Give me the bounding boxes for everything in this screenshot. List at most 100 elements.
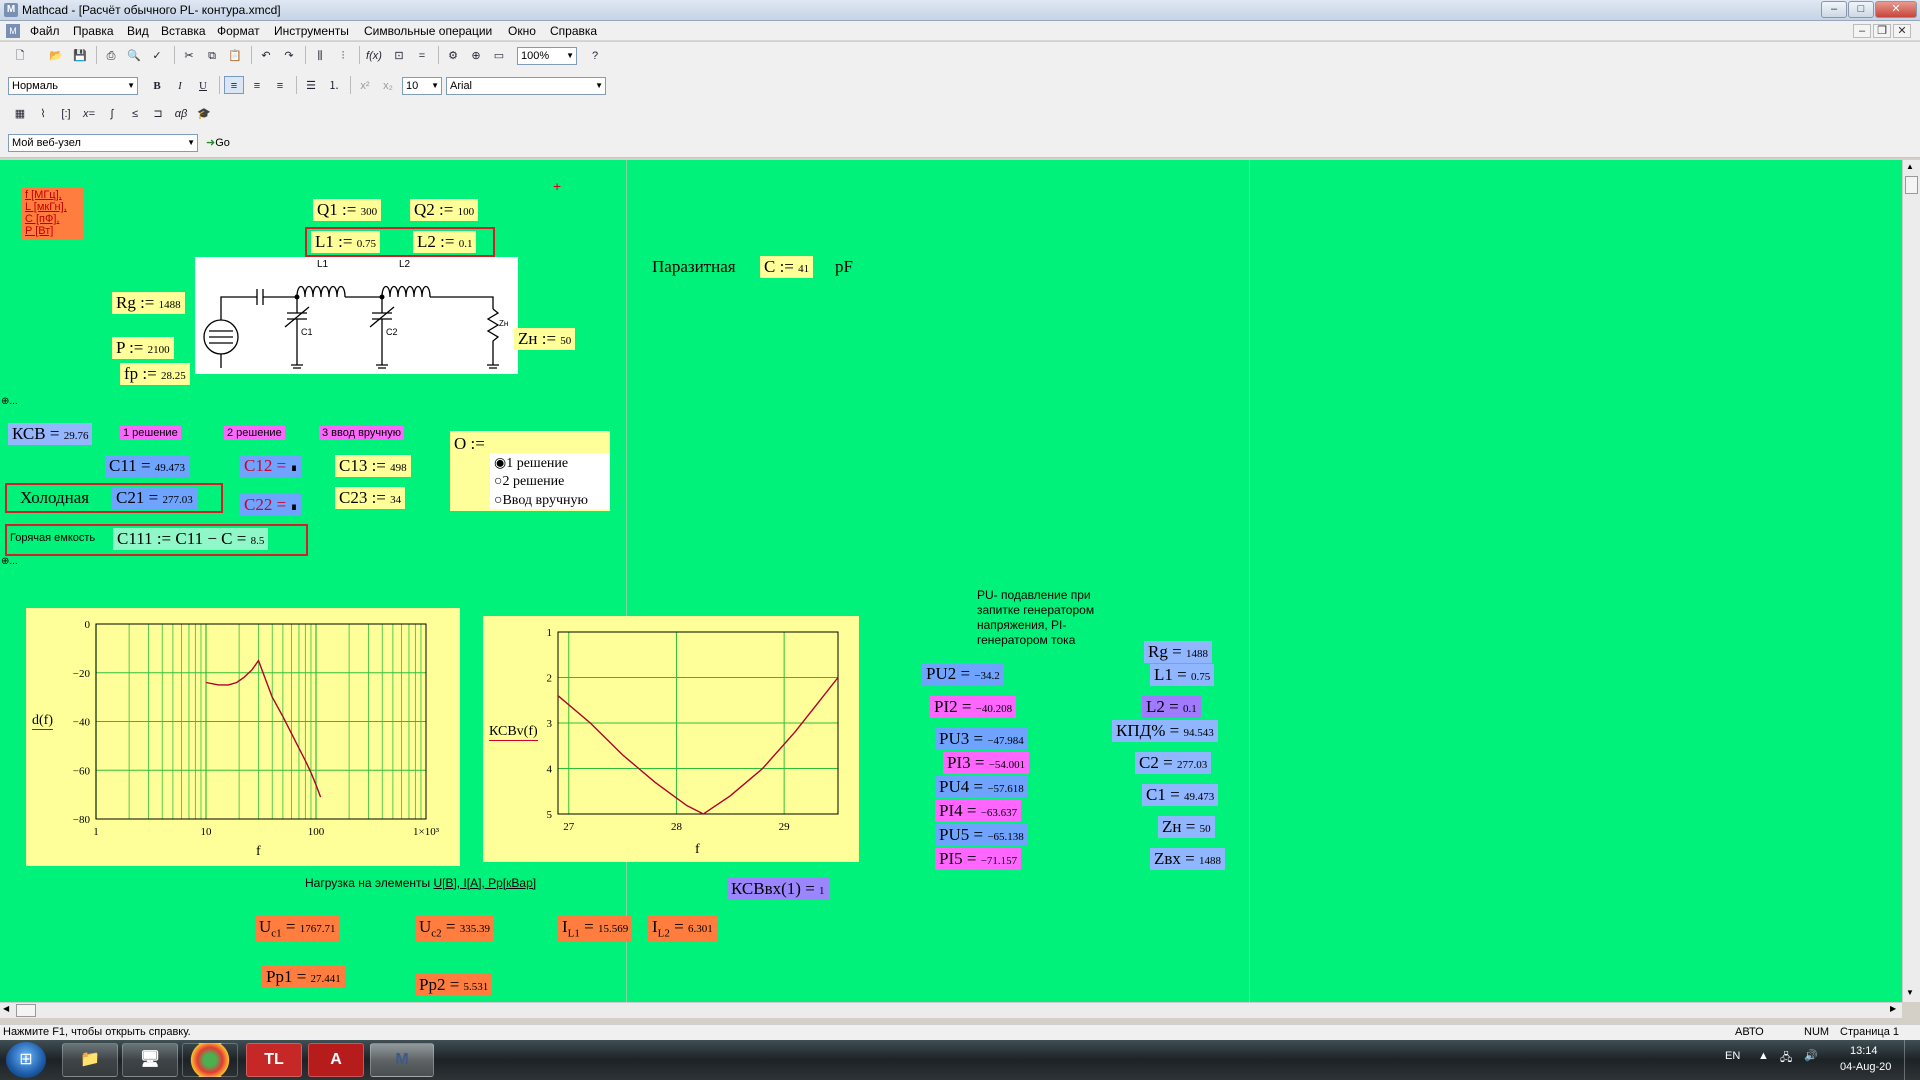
vertical-scroll-thumb[interactable] <box>1905 176 1918 194</box>
programming-toolbar-icon[interactable]: ⊐ <box>148 104 168 122</box>
mathcad-app-icon[interactable]: M <box>4 3 18 17</box>
rg-definition[interactable]: Rg := 1488 <box>112 292 185 314</box>
menu-format[interactable]: Формат <box>217 24 260 38</box>
summary-rg[interactable]: Rg = 1488 <box>1144 641 1212 663</box>
scroll-right-icon[interactable]: ▶ <box>1890 1004 1896 1013</box>
minimize-button[interactable]: – <box>1821 1 1847 18</box>
superscript-icon[interactable]: x² <box>355 76 375 94</box>
evaluation-toolbar-icon[interactable]: x= <box>79 104 99 122</box>
show-desktop-button[interactable] <box>1904 1040 1920 1080</box>
align-across-icon[interactable]: ⫼ <box>310 46 330 64</box>
print-icon[interactable]: ⎙ <box>101 46 121 64</box>
scroll-left-icon[interactable]: ◀ <box>3 1004 9 1013</box>
align-center-icon[interactable]: ≡ <box>247 76 267 94</box>
pi-network-schematic[interactable]: L1 L2 C1 C2 Zн <box>195 257 518 374</box>
cut-icon[interactable]: ✂ <box>179 46 199 64</box>
new-icon[interactable]: 🗋 <box>10 46 30 64</box>
volume-icon[interactable]: 🔊 <box>1804 1049 1818 1062</box>
choice-option-2[interactable]: ○2 решение <box>494 474 564 490</box>
paste-icon[interactable]: 📋 <box>225 46 245 64</box>
network-icon[interactable]: 🖧 <box>1780 1049 1792 1068</box>
vertical-scrollbar[interactable]: ▲ ▼ <box>1902 160 1920 1002</box>
menu-tools[interactable]: Инструменты <box>274 24 349 38</box>
c111-definition[interactable]: C111 := C11 − C = 8.5 <box>113 528 269 550</box>
pp2-result[interactable]: Pp2 = 5.531 <box>415 974 493 996</box>
zoom-select[interactable]: 100% ▼ <box>517 47 577 65</box>
pu4-result[interactable]: PU4 = −57.618 <box>935 776 1028 798</box>
c12-result[interactable]: C12 = ∎ <box>240 455 302 477</box>
region-marker[interactable]: ⊕... <box>1 556 18 567</box>
pi4-result[interactable]: PI4 = −63.637 <box>935 800 1022 822</box>
numbering-icon[interactable]: ⒈ <box>324 76 344 94</box>
insert-function-icon[interactable]: f(x) <box>364 46 384 64</box>
close-button[interactable]: ✕ <box>1875 1 1917 18</box>
doc-close-button[interactable]: ✕ <box>1893 24 1911 38</box>
zn-definition[interactable]: Zн := 50 <box>514 328 576 350</box>
align-right-icon[interactable]: ≡ <box>270 76 290 94</box>
c11-result[interactable]: C11 = 49.473 <box>105 455 190 477</box>
il1-result[interactable]: IL1 = 15.569 <box>558 916 633 942</box>
style-select[interactable]: Нормаль ▼ <box>8 77 138 95</box>
c21-result[interactable]: C21 = 277.03 <box>112 487 197 509</box>
menu-edit[interactable]: Правка <box>73 24 114 38</box>
q2-definition[interactable]: Q2 := 100 <box>410 199 479 221</box>
save-icon[interactable]: 💾 <box>70 46 90 64</box>
graph-toolbar-icon[interactable]: ⌇ <box>33 104 53 122</box>
summary-l1[interactable]: L1 = 0.75 <box>1150 664 1215 686</box>
bold-button[interactable]: B <box>147 76 167 94</box>
ksv-chart[interactable]: 1 2 3 4 5 27 28 29 КСВv(f) f <box>483 616 859 862</box>
symbolic-toolbar-icon[interactable]: 🎓 <box>194 104 214 122</box>
ksv-result[interactable]: КСВ = 29.76 <box>8 423 93 445</box>
font-size-select[interactable]: 10 ▼ <box>402 77 442 95</box>
l2-definition[interactable]: L2 := 0.1 <box>413 231 477 253</box>
summary-efficiency[interactable]: КПД% = 94.543 <box>1112 720 1218 742</box>
fp-definition[interactable]: fp := 28.25 <box>120 363 190 385</box>
summary-zn[interactable]: Zн = 50 <box>1158 816 1215 838</box>
web-address-select[interactable]: Мой веб-узел ▼ <box>8 134 198 152</box>
maximize-button[interactable]: □ <box>1848 1 1874 18</box>
doc-restore-button[interactable]: ❐ <box>1873 24 1891 38</box>
component-icon[interactable]: ⚙ <box>443 46 463 64</box>
pi2-result[interactable]: PI2 = −40.208 <box>930 696 1017 718</box>
open-icon[interactable]: 📂 <box>46 46 66 64</box>
subscript-icon[interactable]: x₂ <box>378 76 398 94</box>
mathcad-taskbar-icon[interactable]: M <box>370 1043 434 1077</box>
resource-center-icon[interactable]: ⊕ <box>466 46 486 64</box>
q1-definition[interactable]: Q1 := 300 <box>313 199 382 221</box>
align-left-icon[interactable]: ≡ <box>224 76 244 94</box>
attenuation-chart[interactable]: 0 −20 −40 −60 −80 1 10 100 1×10³ d(f) f <box>26 608 460 866</box>
calculus-toolbar-icon[interactable]: ∫ <box>102 104 122 122</box>
spell-check-icon[interactable]: ✓ <box>147 46 167 64</box>
ksv-input-result[interactable]: КСВвх(1) = 1 <box>727 878 829 900</box>
explorer-taskbar-icon[interactable]: 📁 <box>62 1043 118 1077</box>
window-icon[interactable]: ▭ <box>489 46 509 64</box>
print-preview-icon[interactable]: 🔍 <box>124 46 144 64</box>
l1-definition[interactable]: L1 := 0.75 <box>311 231 380 253</box>
pu2-result[interactable]: PU2 = −34.2 <box>922 663 1004 685</box>
doc-minimize-button[interactable]: – <box>1853 24 1871 38</box>
redo-icon[interactable]: ↷ <box>279 46 299 64</box>
solution-choice-control[interactable]: О := ◉1 решение ○2 решение ○Ввод вручную <box>450 431 610 511</box>
calculate-icon[interactable]: = <box>412 46 432 64</box>
summary-c2[interactable]: C2 = 277.03 <box>1135 752 1212 774</box>
pu5-result[interactable]: PU5 = −65.138 <box>935 824 1028 846</box>
start-button[interactable]: ⊞ <box>6 1042 46 1078</box>
chrome-taskbar-icon[interactable] <box>182 1043 238 1077</box>
pu3-result[interactable]: PU3 = −47.984 <box>935 728 1028 750</box>
boolean-toolbar-icon[interactable]: ≤ <box>125 104 145 122</box>
il2-result[interactable]: IL2 = 6.301 <box>648 916 717 942</box>
clock-time[interactable]: 13:14 <box>1850 1045 1878 1057</box>
worksheet[interactable]: + f [МГц], L [мкГн], C [пФ], P [Вт] Q1 :… <box>0 160 1902 1002</box>
language-indicator[interactable]: EN <box>1725 1050 1740 1062</box>
choice-option-3[interactable]: ○Ввод вручную <box>494 493 588 509</box>
summary-zin[interactable]: Zвх = 1488 <box>1150 848 1225 870</box>
pp1-result[interactable]: Pp1 = 27.441 <box>262 966 345 988</box>
underline-button[interactable]: U <box>193 76 213 94</box>
go-button[interactable]: ➜Go <box>206 136 230 149</box>
bullets-icon[interactable]: ☰ <box>301 76 321 94</box>
c22-result[interactable]: C22 = ∎ <box>240 494 302 516</box>
choice-option-1[interactable]: ◉1 решение <box>494 455 568 472</box>
horizontal-scroll-thumb[interactable] <box>16 1004 36 1017</box>
italic-button[interactable]: I <box>170 76 190 94</box>
help-icon[interactable]: ? <box>585 46 605 64</box>
